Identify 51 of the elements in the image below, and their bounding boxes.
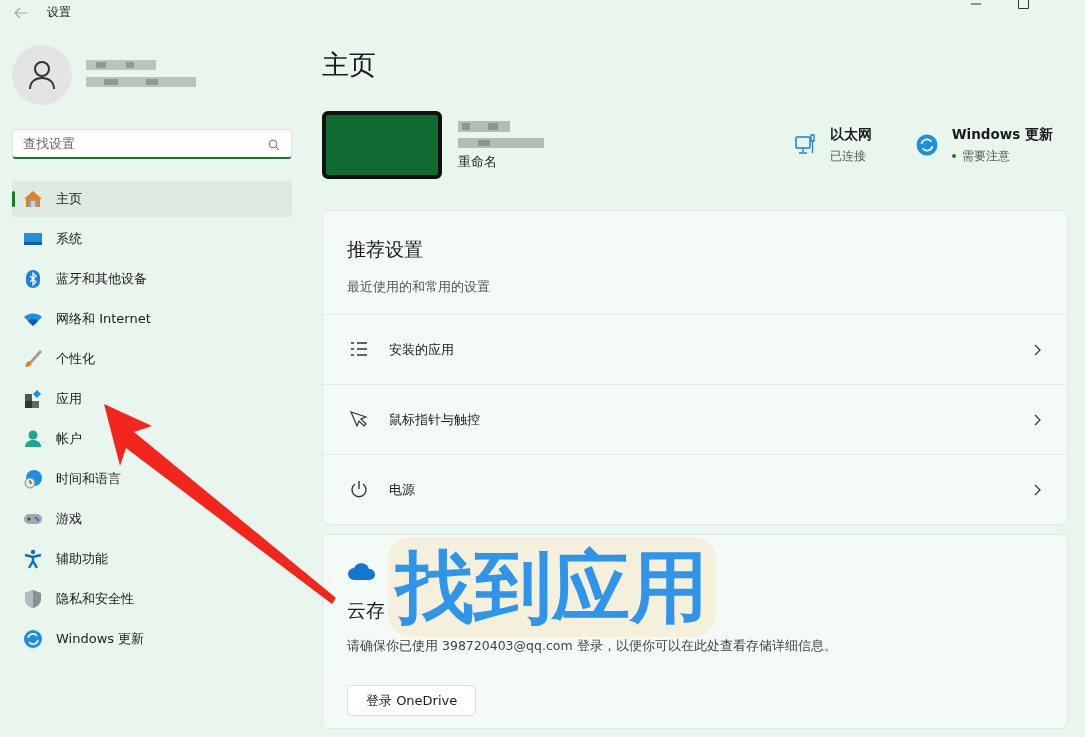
power-icon xyxy=(349,479,369,500)
search-field[interactable]: 查找设置 xyxy=(12,129,292,159)
shield-icon xyxy=(23,589,43,609)
accessibility-icon xyxy=(23,549,43,569)
cloud-icon xyxy=(347,561,377,581)
chevron-right-icon xyxy=(1033,483,1041,496)
person-icon xyxy=(28,60,56,90)
maximize-icon[interactable] xyxy=(1018,0,1029,9)
status-title: 以太网 xyxy=(829,125,872,144)
sync-icon xyxy=(915,134,938,156)
status-dot xyxy=(951,154,956,158)
settings-row[interactable]: 电源 xyxy=(323,454,1067,524)
nav-item[interactable]: 辅助功能 xyxy=(12,541,292,577)
person-icon xyxy=(23,429,43,449)
nav-item[interactable]: 游戏 xyxy=(12,501,292,537)
rename-link[interactable]: 重命名 xyxy=(458,153,544,171)
nav-item[interactable]: 时间和语言 xyxy=(12,461,292,497)
network-monitor-icon xyxy=(793,134,816,156)
window-title: 设置 xyxy=(47,4,71,21)
nav-item[interactable]: 系统 xyxy=(12,221,292,257)
pointer-hand-icon xyxy=(349,409,369,430)
minimize-icon[interactable] xyxy=(970,0,982,6)
card-subtitle: 最近使用的和常用的设置 xyxy=(347,279,491,296)
home-icon xyxy=(23,189,43,209)
app-tiles-icon xyxy=(23,389,43,409)
card-title: 云存 xyxy=(347,598,386,623)
card-description: 请确保你已使用 398720403@qq.com 登录，以便你可以在此处查看存储详细信息。 xyxy=(347,638,838,655)
search-icon[interactable] xyxy=(268,139,280,151)
chevron-right-icon xyxy=(1033,343,1041,356)
nav-item[interactable]: 帐户 xyxy=(12,421,292,457)
nav-item[interactable]: Windows 更新 xyxy=(12,621,292,657)
status-title: Windows 更新 xyxy=(951,125,1053,144)
card-title: 推荐设置 xyxy=(347,237,424,262)
annotation-text: 找到应用 xyxy=(388,537,716,637)
paintbrush-icon xyxy=(23,349,43,369)
settings-row[interactable]: 安装的应用 xyxy=(323,314,1067,384)
nav-item[interactable]: 个性化 xyxy=(12,341,292,377)
status-text: 已连接 xyxy=(829,147,866,165)
nav-item[interactable]: 网络和 Internet xyxy=(12,301,292,337)
status-text: 需要注意 xyxy=(961,147,1010,165)
nav-item[interactable]: 应用 xyxy=(12,381,292,417)
chevron-right-icon xyxy=(1033,413,1041,426)
settings-row[interactable]: 鼠标指针与触控 xyxy=(323,384,1067,454)
nav-item[interactable]: 隐私和安全性 xyxy=(12,581,292,617)
nav-item[interactable]: 主页 xyxy=(12,181,292,217)
page-title: 主页 xyxy=(322,48,377,82)
globe-clock-icon xyxy=(23,469,43,489)
sign-in-button[interactable]: 登录 OneDrive xyxy=(347,685,477,716)
bluetooth-icon xyxy=(23,269,43,289)
nav-item[interactable]: 蓝牙和其他设备 xyxy=(12,261,292,297)
sync-icon xyxy=(23,629,43,649)
